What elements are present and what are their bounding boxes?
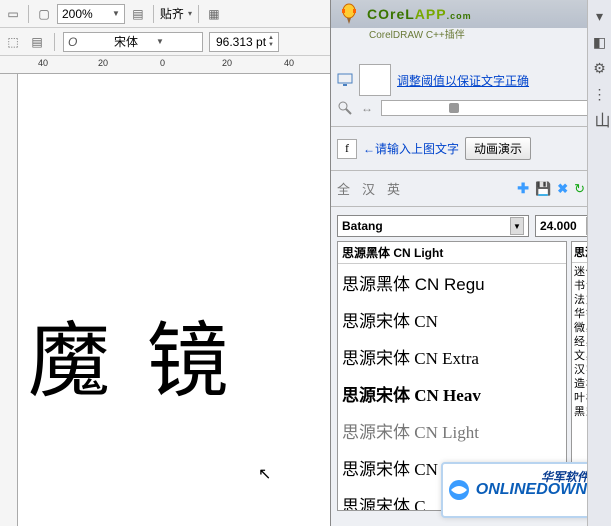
toolbar-icon-3[interactable]: ▤	[129, 5, 147, 23]
toolbar-separator-2	[153, 5, 154, 23]
ruler-horizontal: 40 20 0 20 40	[0, 56, 330, 74]
slider-row: ↔	[331, 100, 611, 122]
arrows-icon[interactable]: ↔	[359, 100, 375, 116]
vert-dots-icon[interactable]: ⋮	[592, 86, 608, 102]
palette-icon[interactable]: ◧	[592, 34, 608, 50]
add-icon[interactable]: ✚	[517, 180, 529, 197]
chevron-down-icon[interactable]: ▼	[112, 9, 120, 18]
canvas-text-object[interactable]: 魔 镜	[28, 294, 237, 413]
font-list-header[interactable]: 思源黑体 CN Light	[338, 242, 566, 264]
filter-eng[interactable]: 英	[387, 179, 400, 198]
zoom-input[interactable]	[62, 7, 112, 21]
toolbar-icon-2[interactable]: ▢	[35, 5, 53, 23]
right-edge-toolbar: ▾ ◧ ⚙ ⋮ 山	[587, 0, 611, 526]
tool-icon-a[interactable]: ⬚	[4, 33, 22, 51]
demo-button[interactable]: 动画演示	[465, 137, 531, 160]
slider-thumb[interactable]	[449, 103, 459, 113]
balloon-icon	[337, 2, 361, 26]
filter-han[interactable]: 汉	[362, 179, 375, 198]
filter-all[interactable]: 全	[337, 179, 350, 198]
font-list-item[interactable]: 思源宋体 CN Heav	[338, 375, 566, 412]
font-list-item[interactable]: 思源黑体 CN Regu	[338, 264, 566, 301]
font-plugin-panel: COreLAPP.com CorelDRAW C++插伴 调整阈值以保证文字正确…	[330, 0, 611, 526]
ruler-tick: 40	[38, 58, 48, 68]
plugin-size-value: 24.000	[540, 219, 582, 233]
toolbar-icon-4[interactable]: ▦	[205, 5, 223, 23]
canvas[interactable]: 魔 镜 ↖	[18, 74, 330, 526]
refresh-icon[interactable]: ↻	[574, 181, 585, 197]
sample-char-box[interactable]: f	[337, 139, 357, 159]
font-size-value: 96.313 pt	[214, 35, 266, 49]
font-controls-row: Batang ▼ 24.000 ▼	[331, 211, 611, 241]
save-icon[interactable]: 💾	[535, 181, 551, 197]
input-text-row: f ←请输入上图文字 动画演示	[331, 131, 611, 166]
font-list-item[interactable]: 思源宋体 CN Light	[338, 412, 566, 449]
dropdown-icon[interactable]: ▾	[592, 8, 608, 24]
cjk-tool-icon[interactable]: 山	[592, 112, 608, 128]
font-family-combo[interactable]: O 宋体 ▼	[63, 32, 203, 52]
magnifier-icon[interactable]	[337, 100, 353, 116]
ruler-tick: 40	[284, 58, 294, 68]
input-hint: ←请输入上图文字	[363, 140, 459, 157]
toolbar-icon-1[interactable]: ▭	[4, 5, 22, 23]
divider-3	[331, 206, 611, 207]
font-size-combo[interactable]: 96.313 pt ▲▼	[209, 32, 279, 52]
settings-icon[interactable]: ⚙	[592, 60, 608, 76]
font-family-value: 宋体	[114, 33, 156, 50]
size-spinner[interactable]: ▲▼	[268, 35, 274, 49]
chevron-down-icon[interactable]: ▾	[188, 9, 192, 18]
ruler-tick: 20	[98, 58, 108, 68]
font-list-item[interactable]: 思源宋体 CN Extra	[338, 338, 566, 375]
corelapp-header: COreLAPP.com	[331, 0, 611, 28]
brand-subtitle: CorelDRAW C++插伴	[369, 26, 465, 41]
cursor-icon: ↖	[258, 464, 271, 484]
filter-row: 全 汉 英 ✚ 💾 ✖ ↻	[331, 175, 611, 202]
divider-2	[331, 170, 611, 171]
toolbar-separator-4	[54, 33, 55, 51]
threshold-link[interactable]: 调整阈值以保证文字正确	[397, 72, 529, 89]
brand-title: COreLAPP.com	[367, 6, 472, 22]
chevron-down-icon[interactable]: ▼	[510, 217, 524, 235]
zoom-combo[interactable]: ▼	[57, 4, 125, 24]
preview-box	[359, 64, 391, 96]
toolbar-separator	[28, 5, 29, 23]
ruler-vertical	[0, 74, 18, 526]
onlinedown-watermark: 华军软件园 ONLINEDOWN.net	[441, 462, 611, 518]
tool-icon-b[interactable]: ▤	[28, 33, 46, 51]
ruler-tick: 20	[222, 58, 232, 68]
font-list-item[interactable]: 思源宋体 CN	[338, 301, 566, 338]
plugin-font-combo[interactable]: Batang ▼	[337, 215, 529, 237]
monitor-icon[interactable]	[337, 72, 353, 88]
ruler-tick: 0	[160, 58, 165, 68]
plugin-font-value: Batang	[342, 219, 506, 233]
chevron-down-icon[interactable]: ▼	[156, 37, 198, 46]
divider	[331, 126, 611, 127]
threshold-slider[interactable]	[381, 100, 605, 116]
align-label[interactable]: 贴齐	[160, 5, 184, 22]
delete-icon[interactable]: ✖	[557, 181, 568, 197]
threshold-row: 调整阈值以保证文字正确	[331, 56, 611, 100]
font-style-indicator: O	[68, 35, 110, 49]
toolbar-separator-3	[198, 5, 199, 23]
